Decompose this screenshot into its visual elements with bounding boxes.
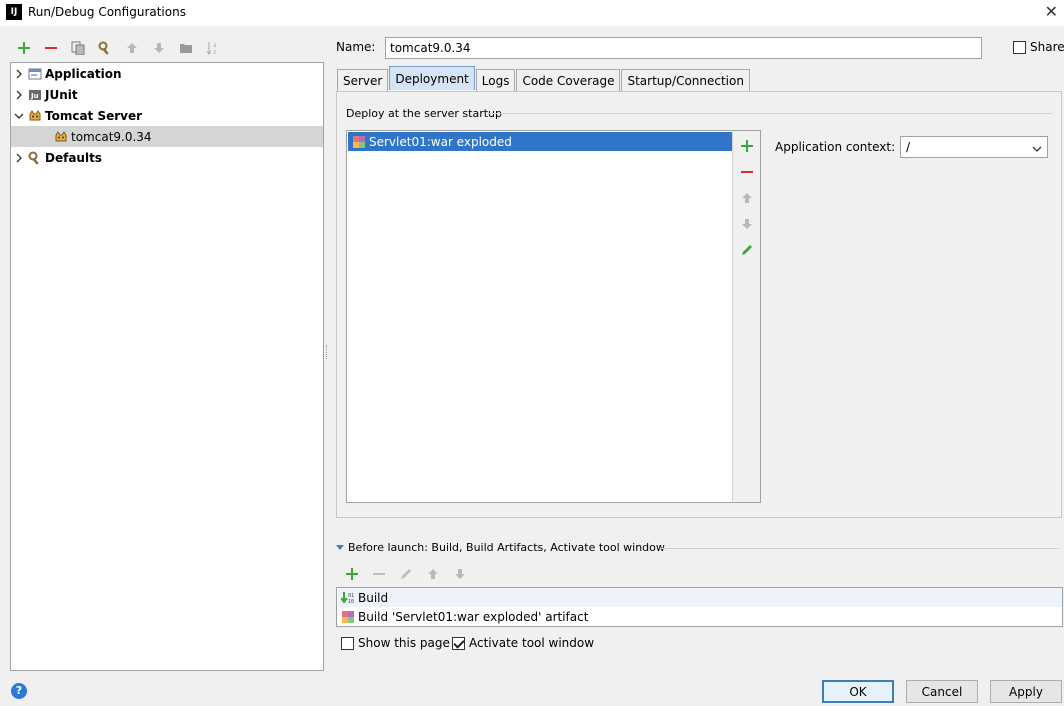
tree-item-label: tomcat9.0.34 (71, 129, 152, 144)
move-up-icon[interactable] (419, 564, 446, 584)
help-icon[interactable]: ? (11, 683, 27, 699)
deployment-item[interactable]: Servlet01:war exploded (348, 132, 732, 151)
copy-icon[interactable] (64, 37, 91, 59)
add-icon[interactable] (10, 37, 37, 59)
tab-server[interactable]: Server (337, 69, 389, 91)
chevron-right-icon[interactable] (11, 69, 27, 79)
tomcat-icon (53, 129, 69, 145)
chevron-down-icon (1032, 142, 1042, 156)
cancel-button[interactable]: Cancel (906, 680, 978, 703)
configurations-tree[interactable]: Application Ju JUnit Tomcat Server tomca… (10, 62, 324, 671)
tree-item-application[interactable]: Application (11, 63, 323, 84)
window-title: Run/Debug Configurations (28, 5, 186, 19)
svg-text:a: a (213, 42, 217, 49)
name-label: Name: (336, 40, 376, 54)
divider (487, 113, 1052, 114)
task-row[interactable]: Build 'Servlet01:war exploded' artifact (338, 607, 1062, 626)
deployment-panel: Deploy at the server startup Servlet01:w… (336, 91, 1062, 518)
tomcat-icon (27, 108, 43, 124)
chevron-down-icon[interactable] (11, 112, 27, 120)
edit-icon[interactable] (392, 564, 419, 584)
share-checkbox[interactable] (1013, 41, 1026, 54)
share-label: Share (1030, 40, 1064, 54)
tree-item-label: Application (45, 66, 122, 81)
application-context-select[interactable]: / (900, 136, 1048, 158)
tab-logs[interactable]: Logs (475, 69, 516, 91)
wrench-icon (27, 150, 43, 166)
remove-icon[interactable] (737, 162, 757, 182)
close-icon[interactable]: ✕ (1045, 2, 1058, 21)
tree-item-tomcat9[interactable]: tomcat9.0.34 (11, 126, 323, 147)
move-up-icon[interactable] (118, 37, 145, 59)
application-context-label: Application context: (775, 140, 896, 154)
deploy-group-title: Deploy at the server startup (346, 107, 503, 120)
divider (660, 548, 1060, 549)
tree-item-label: JUnit (45, 87, 78, 102)
tree-item-label: Tomcat Server (45, 108, 143, 123)
deployment-list[interactable]: Servlet01:war exploded (346, 130, 733, 503)
move-up-icon[interactable] (737, 188, 757, 208)
build-icon: 01 10 (340, 590, 356, 606)
apply-button[interactable]: Apply (990, 680, 1062, 703)
svg-text:Ju: Ju (30, 92, 39, 100)
name-input[interactable]: tomcat9.0.34 (385, 37, 982, 59)
task-row[interactable]: 01 10 Build (338, 588, 1062, 607)
before-launch-title: Before launch: Build, Build Artifacts, A… (348, 541, 665, 554)
tree-item-label: Defaults (45, 150, 102, 165)
artifact-icon (351, 134, 367, 150)
svg-text:z: z (213, 49, 216, 55)
ok-button[interactable]: OK (822, 680, 894, 703)
deployment-side-toolbar (732, 130, 761, 503)
activate-tool-window-label: Activate tool window (469, 636, 595, 650)
sort-icon[interactable]: az (199, 37, 226, 59)
configurations-toolbar: az (10, 37, 226, 59)
tab-deployment[interactable]: Deployment (389, 66, 475, 90)
task-label: Build 'Servlet01:war exploded' artifact (358, 609, 589, 624)
before-launch-task-list[interactable]: 01 10 Build Build 'Servlet01:war exploded… (336, 587, 1063, 627)
config-tabs: Server Deployment Logs Code Coverage Sta… (337, 66, 751, 91)
activate-tool-window-checkbox[interactable] (452, 637, 465, 650)
task-label: Build (358, 590, 389, 605)
chevron-right-icon[interactable] (11, 153, 27, 163)
title-bar: IJ Run/Debug Configurations ✕ (0, 0, 1064, 26)
chevron-right-icon[interactable] (11, 90, 27, 100)
intellij-icon: IJ (6, 4, 22, 20)
artifact-icon (340, 609, 356, 625)
tab-startup-connection[interactable]: Startup/Connection (621, 69, 750, 91)
before-launch-header[interactable]: Before launch: Build, Build Artifacts, A… (336, 541, 665, 554)
show-this-page-label: Show this page (358, 636, 450, 650)
move-down-icon[interactable] (737, 214, 757, 234)
move-down-icon[interactable] (145, 37, 172, 59)
application-context-value: / (906, 140, 911, 154)
svg-text:10: 10 (348, 599, 354, 605)
remove-icon[interactable] (365, 564, 392, 584)
edit-icon[interactable] (737, 240, 757, 260)
junit-icon: Ju (27, 87, 43, 103)
deployment-item-label: Servlet01:war exploded (369, 134, 512, 149)
splitter-handle[interactable] (323, 345, 327, 359)
move-down-icon[interactable] (446, 564, 473, 584)
remove-icon[interactable] (37, 37, 64, 59)
collapse-triangle-icon[interactable] (336, 541, 344, 554)
tree-item-junit[interactable]: Ju JUnit (11, 84, 323, 105)
add-icon[interactable] (338, 564, 365, 584)
edit-defaults-icon[interactable] (91, 37, 118, 59)
tree-item-defaults[interactable]: Defaults (11, 147, 323, 168)
before-launch-toolbar (338, 564, 473, 584)
tab-code-coverage[interactable]: Code Coverage (516, 69, 621, 91)
add-icon[interactable] (737, 136, 757, 156)
tree-item-tomcat-server[interactable]: Tomcat Server (11, 105, 323, 126)
application-icon (27, 66, 43, 82)
folder-icon[interactable] (172, 37, 199, 59)
show-this-page-checkbox[interactable] (341, 637, 354, 650)
